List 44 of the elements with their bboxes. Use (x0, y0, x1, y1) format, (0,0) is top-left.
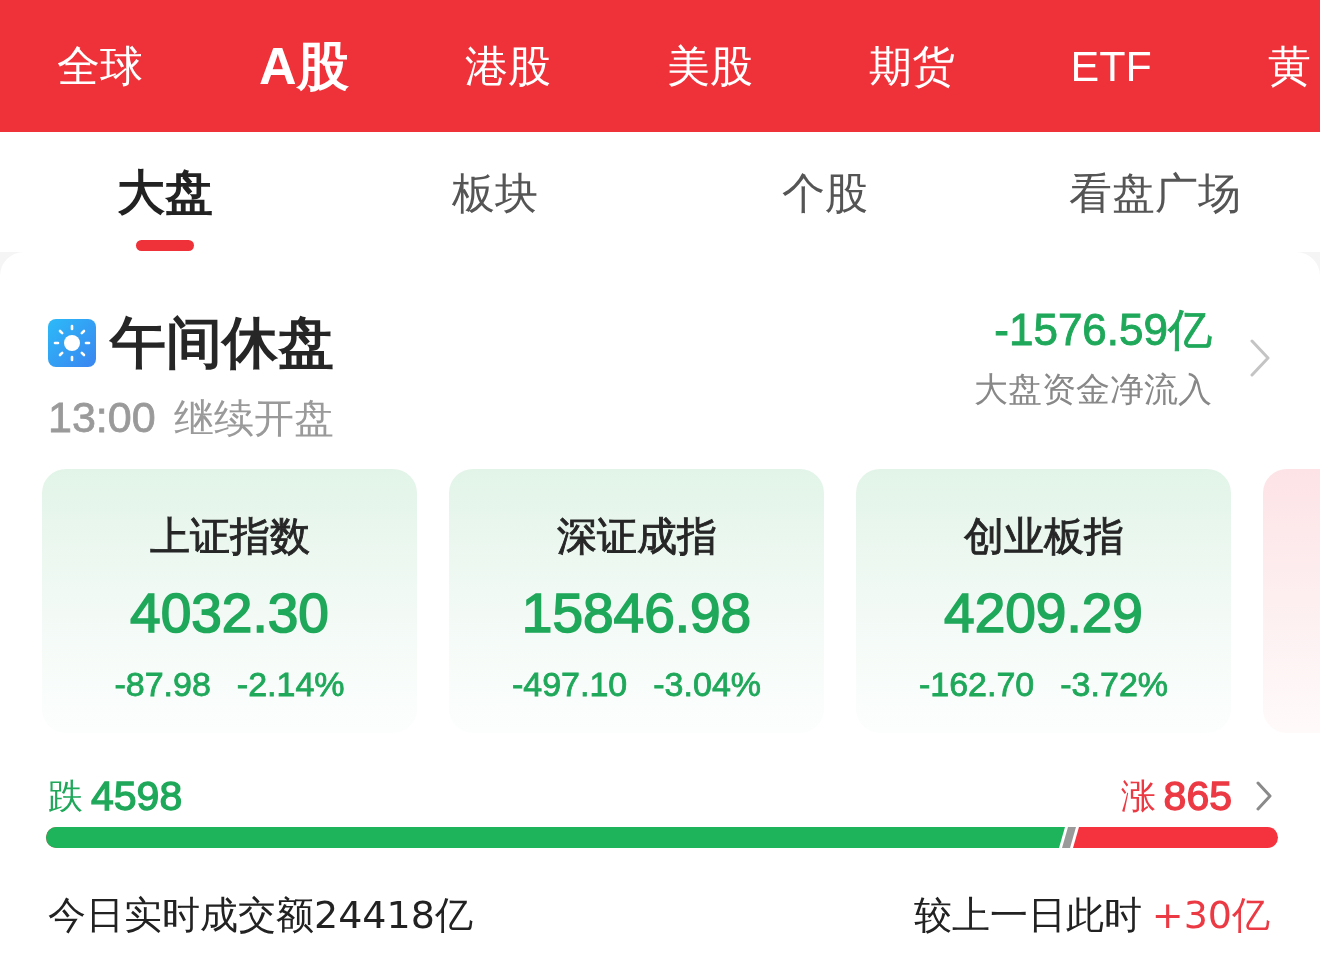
tab-indicator (136, 240, 194, 251)
index-name: 上证指数 (149, 513, 310, 560)
market-tab[interactable]: 港股 (464, 38, 551, 94)
fall-label: 跌 (48, 774, 83, 817)
index-change: -497.10 (511, 664, 628, 705)
rise-label: 涨 (1120, 774, 1156, 817)
index-value: 4032.30 (130, 581, 329, 646)
view-tab[interactable]: 个股 (782, 168, 868, 218)
market-tab[interactable]: 期货 (868, 38, 955, 94)
view-tab[interactable]: 看盘广场 (1069, 168, 1241, 218)
resume-label: 继续开盘 (173, 395, 334, 442)
market-tab[interactable]: 美股 (666, 38, 753, 94)
fall-count: 4598 (91, 772, 183, 820)
view-tab[interactable]: 大盘 (117, 168, 213, 251)
index-card[interactable]: 上证指数 4032.30 -87.98 -2.14% (42, 469, 417, 733)
index-card[interactable]: 创业板指 4209.29 -162.70 -3.72% (856, 469, 1231, 733)
market-tab[interactable]: 黄 (1267, 38, 1311, 94)
index-value: 15846.98 (521, 581, 752, 646)
net-flow-value: -1576.59亿 (994, 305, 1212, 355)
net-flow-label: 大盘资金净流入 (974, 369, 1212, 410)
index-change-percent: -3.72% (1060, 664, 1169, 705)
index-change: -87.98 (114, 664, 211, 705)
index-card[interactable] (1263, 469, 1320, 733)
market-tab[interactable]: ETF (1070, 38, 1152, 94)
sun-icon (48, 319, 96, 367)
index-name: 创业板指 (963, 513, 1124, 560)
index-change: -162.70 (918, 664, 1035, 705)
index-value: 4209.29 (944, 581, 1143, 646)
turnover-text: 今日实时成交额24418亿 (48, 892, 473, 939)
chevron-right-icon (1256, 781, 1272, 811)
market-tab[interactable]: 全球 (57, 38, 143, 94)
view-tab[interactable]: 板块 (452, 168, 538, 218)
index-change-percent: -3.04% (653, 664, 762, 705)
resume-time: 13:00 (48, 392, 156, 443)
compare-value: +30亿 (1151, 892, 1270, 939)
compare-label: 较上一日此时 (913, 892, 1142, 939)
index-change-percent: -2.14% (236, 664, 345, 705)
session-title: 午间休盘 (110, 311, 334, 375)
bar-separator (1058, 827, 1079, 848)
index-card[interactable]: 深证成指 15846.98 -497.10 -3.04% (449, 469, 824, 733)
index-name: 深证成指 (556, 513, 717, 560)
market-tab[interactable]: A股 (259, 38, 349, 94)
rise-count: 865 (1163, 772, 1232, 820)
chevron-right-icon (1250, 339, 1270, 377)
